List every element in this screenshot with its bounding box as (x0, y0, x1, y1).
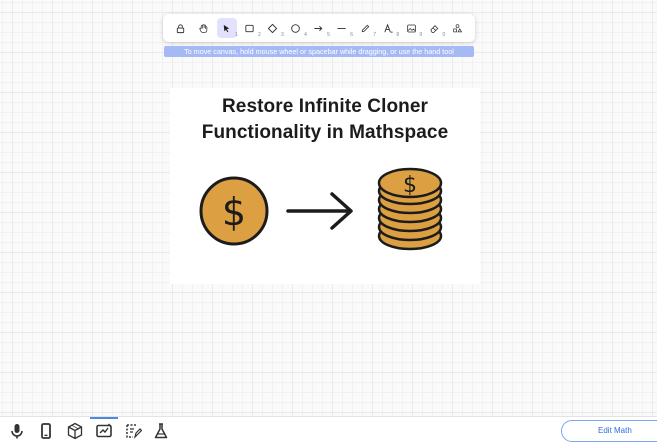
diamond-icon (268, 23, 278, 33)
stack-dollar-symbol: $ (403, 173, 417, 198)
image-tool-button[interactable]: 9 (401, 18, 423, 38)
lab-button[interactable] (151, 421, 171, 441)
text-tool-button[interactable]: 8 (378, 18, 400, 38)
cube-icon (67, 422, 83, 440)
draw-tool-button[interactable]: 7 (355, 18, 377, 38)
lab-flask-icon (154, 423, 168, 439)
tool-shortcut-key: 9 (419, 32, 423, 38)
content-card: Restore Infinite Cloner Functionality in… (170, 88, 480, 284)
tool-shortcut-key: 5 (327, 32, 330, 38)
ellipse-tool-button[interactable]: 4 (286, 18, 307, 38)
image-icon (406, 24, 416, 32)
shapes-library-icon (453, 23, 462, 32)
selection-tool-button[interactable]: 1 (216, 18, 238, 38)
rectangle-tool-button[interactable]: 2 (240, 18, 261, 38)
line-tool-button[interactable]: 6 (332, 18, 353, 38)
microphone-icon (11, 424, 23, 439)
arrow-right-icon (286, 192, 353, 230)
coin-cloning-illustration: $ $ (199, 167, 443, 251)
tool-shortcut-key: 1 (234, 32, 238, 38)
single-coin-icon: $ (199, 176, 269, 246)
tool-shortcut-key: 7 (373, 32, 377, 38)
whiteboard-icon (96, 423, 112, 438)
edit-math-button[interactable]: Edit Math (561, 420, 657, 442)
arrow-right-icon (314, 25, 323, 31)
3d-shapes-button[interactable] (65, 421, 85, 441)
text-icon (383, 23, 393, 33)
whiteboard-button[interactable] (94, 421, 114, 441)
diamond-tool-button[interactable]: 3 (263, 18, 284, 38)
cursor-arrow-icon (223, 24, 230, 32)
lock-tool-button[interactable] (171, 18, 191, 38)
active-tab-indicator (90, 417, 118, 419)
rectangle-icon (245, 24, 254, 32)
eraser-icon (430, 24, 439, 33)
eraser-tool-button[interactable]: 0 (424, 18, 446, 38)
tool-shortcut-key: 8 (396, 32, 400, 38)
microphone-button[interactable] (7, 421, 27, 441)
arrow-tool-button[interactable]: 5 (309, 18, 330, 38)
line-icon (337, 27, 347, 29)
coin-dollar-symbol: $ (222, 190, 246, 234)
ellipse-icon (291, 23, 301, 33)
phone-icon (41, 423, 51, 439)
tool-shortcut-key: 6 (350, 32, 353, 38)
tool-shortcut-key: 4 (304, 32, 307, 38)
phone-button[interactable] (36, 421, 56, 441)
more-tools-button[interactable] (447, 18, 467, 38)
canvas-hint-banner: To move canvas, hold mouse wheel or spac… (164, 46, 474, 57)
worked-solution-icon (126, 424, 142, 439)
tool-shortcut-key: 2 (257, 32, 261, 38)
lock-icon (176, 23, 185, 33)
pencil-icon (361, 24, 369, 32)
bottom-toolbar: Edit Math (0, 416, 657, 444)
drawing-toolbar: 1 2 3 4 5 6 7 8 9 0 (163, 14, 475, 42)
tool-shortcut-key: 3 (281, 32, 284, 38)
worked-solution-button[interactable] (123, 421, 143, 441)
hand-tool-button[interactable] (194, 18, 214, 38)
tool-shortcut-key: 0 (442, 32, 446, 38)
hand-icon (199, 23, 208, 33)
